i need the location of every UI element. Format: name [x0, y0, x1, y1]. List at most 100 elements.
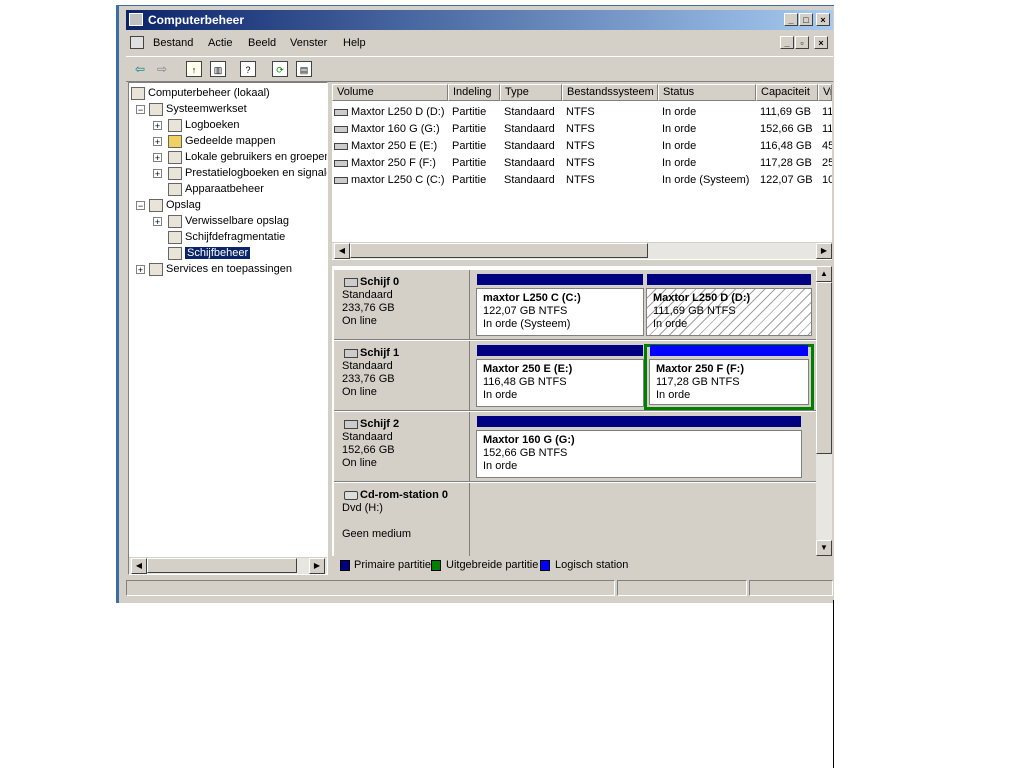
column-header-type[interactable]: Type	[500, 84, 562, 101]
minimize-button[interactable]: _	[784, 13, 798, 26]
defrag-icon	[168, 230, 182, 244]
console-icon[interactable]	[130, 36, 144, 49]
volume-name-cell[interactable]: Maxtor 160 G (G:)	[334, 121, 450, 137]
tree-item[interactable]: Schijfdefragmentatie	[168, 229, 285, 245]
table-cell: Partitie	[452, 123, 487, 135]
tree-item[interactable]: Apparaatbeheer	[168, 181, 264, 197]
export-icon[interactable]: ▤	[296, 61, 312, 77]
scroll-right-icon[interactable]: ▶	[309, 558, 325, 574]
column-header-volume[interactable]: Volume	[332, 84, 448, 101]
volume-name-cell[interactable]: Maxtor 250 E (E:)	[334, 138, 450, 154]
scroll-left-icon[interactable]: ◀	[334, 243, 350, 259]
scroll-thumb[interactable]	[147, 558, 297, 573]
tree-item[interactable]: Systeemwerkset	[149, 101, 247, 117]
volume-name-cell[interactable]: maxtor L250 C (C:)	[334, 172, 450, 188]
partition-d[interactable]: Maxtor L250 D (D:) 111,69 GB NTFS In ord…	[646, 274, 812, 336]
tree-item[interactable]: Prestatielogboeken en signalen	[168, 165, 327, 181]
table-cell: Standaard	[504, 157, 555, 169]
partition-f[interactable]: Maxtor 250 F (F:) 117,28 GB NTFS In orde	[649, 345, 809, 405]
extended-partition-swatch	[431, 560, 441, 571]
tree-item[interactable]: Computerbeheer (lokaal)	[131, 85, 270, 101]
scroll-right-icon[interactable]: ▶	[816, 243, 832, 259]
cdrom-0-label[interactable]: Cd-rom-station 0 Dvd (H:) Geen medium	[334, 483, 470, 556]
primary-partition-bar	[477, 345, 643, 356]
column-header-capaciteit[interactable]: Capaciteit	[756, 84, 818, 101]
properties-icon[interactable]: ?	[240, 61, 256, 77]
tree-hscrollbar[interactable]: ◀ ▶	[129, 557, 327, 574]
tree-expander[interactable]: +	[153, 217, 162, 227]
logical-drive-bar	[650, 345, 808, 356]
menu-help[interactable]: Help	[343, 37, 366, 49]
scroll-thumb[interactable]	[350, 243, 648, 258]
removable-storage-icon	[168, 214, 182, 228]
tree-expander[interactable]: +	[153, 169, 162, 179]
partition-e[interactable]: Maxtor 250 E (E:) 116,48 GB NTFS In orde	[476, 345, 644, 407]
primary-partition-bar	[477, 416, 801, 427]
tree-expander[interactable]: +	[153, 137, 162, 147]
menu-actie[interactable]: Actie	[208, 37, 232, 49]
tree-expander[interactable]: −	[136, 105, 145, 115]
partition-c[interactable]: maxtor L250 C (C:) 122,07 GB NTFS In ord…	[476, 274, 644, 336]
tree-item[interactable]: Verwisselbare opslag	[168, 213, 289, 229]
disk-vscrollbar[interactable]: ▲ ▼	[816, 266, 832, 556]
toolbar: ⇦ ⇨ ↑ ▥ ? ⟳ ▤	[126, 56, 833, 82]
mdi-minimize-button[interactable]: _	[780, 36, 794, 49]
column-header-status[interactable]: Status	[658, 84, 756, 101]
scroll-up-icon[interactable]: ▲	[816, 266, 832, 282]
back-arrow-icon[interactable]: ⇦	[132, 61, 148, 77]
app-icon	[129, 13, 143, 26]
disk-2-label[interactable]: Schijf 2 Standaard 152,66 GB On line	[334, 412, 470, 482]
maximize-button[interactable]: □	[799, 13, 813, 26]
disk-1-label[interactable]: Schijf 1 Standaard 233,76 GB On line	[334, 341, 470, 411]
close-button[interactable]: ×	[816, 13, 830, 26]
volume-name-cell[interactable]: Maxtor L250 D (D:)	[334, 104, 450, 120]
volume-name: Maxtor 250 F (F:)	[351, 157, 436, 169]
tree-expander[interactable]: −	[136, 201, 145, 211]
users-icon	[168, 150, 182, 164]
tree-item[interactable]: Opslag	[149, 197, 201, 213]
tree-item[interactable]: Gedeelde mappen	[168, 133, 276, 149]
cdrom-0-area	[470, 483, 816, 556]
column-header-vrij[interactable]: Vr	[818, 84, 832, 101]
tree-item[interactable]: Services en toepassingen	[149, 261, 292, 277]
menu-bestand[interactable]: Bestand	[153, 37, 193, 49]
forward-arrow-icon[interactable]: ⇨	[154, 61, 170, 77]
tree-expander[interactable]: +	[136, 265, 145, 275]
show-hide-tree-icon[interactable]: ▥	[210, 61, 226, 77]
tools-icon	[149, 102, 163, 116]
tree-item[interactable]: Lokale gebruikers en groepen	[168, 149, 327, 165]
table-cell: 11	[822, 106, 832, 118]
disk-graphical-view: Schijf 0 Standaard 233,76 GB On line max…	[332, 266, 832, 556]
refresh-icon[interactable]: ⟳	[272, 61, 288, 77]
drive-icon	[334, 125, 348, 133]
table-cell: In orde	[662, 157, 697, 169]
scroll-left-icon[interactable]: ◀	[131, 558, 147, 574]
scroll-thumb[interactable]	[816, 282, 832, 454]
menu-venster[interactable]: Venster	[290, 37, 327, 49]
disk-0-label[interactable]: Schijf 0 Standaard 233,76 GB On line	[334, 270, 470, 340]
list-hscrollbar[interactable]: ◀ ▶	[332, 242, 832, 259]
column-header-indeling[interactable]: Indeling	[448, 84, 500, 101]
title-bar[interactable]: Computerbeheer _ □ ×	[126, 10, 833, 30]
up-folder-icon[interactable]: ↑	[186, 61, 202, 77]
menu-beeld[interactable]: Beeld	[248, 37, 276, 49]
tree-expander[interactable]: +	[153, 121, 162, 131]
volume-name-cell[interactable]: Maxtor 250 F (F:)	[334, 155, 450, 171]
partition-g[interactable]: Maxtor 160 G (G:) 152,66 GB NTFS In orde	[476, 416, 802, 478]
table-cell: Standaard	[504, 174, 555, 186]
mdi-restore-button[interactable]: ▫	[795, 36, 809, 49]
computer-icon	[131, 86, 145, 100]
drive-icon	[334, 159, 348, 167]
table-cell: NTFS	[566, 123, 595, 135]
scroll-down-icon[interactable]: ▼	[816, 540, 832, 556]
storage-icon	[149, 198, 163, 212]
tree-expander[interactable]: +	[153, 153, 162, 163]
tree-item[interactable]: Logboeken	[168, 117, 239, 133]
column-header-bestandssysteem[interactable]: Bestandssysteem	[562, 84, 658, 101]
tree-item-selected[interactable]: Schijfbeheer	[168, 245, 251, 261]
table-cell: In orde (Systeem)	[662, 174, 750, 186]
table-cell: 116,48 GB	[760, 140, 812, 152]
mdi-close-button[interactable]: ×	[814, 36, 828, 49]
disk-icon	[344, 278, 358, 287]
table-cell: 111,69 GB	[760, 106, 811, 118]
